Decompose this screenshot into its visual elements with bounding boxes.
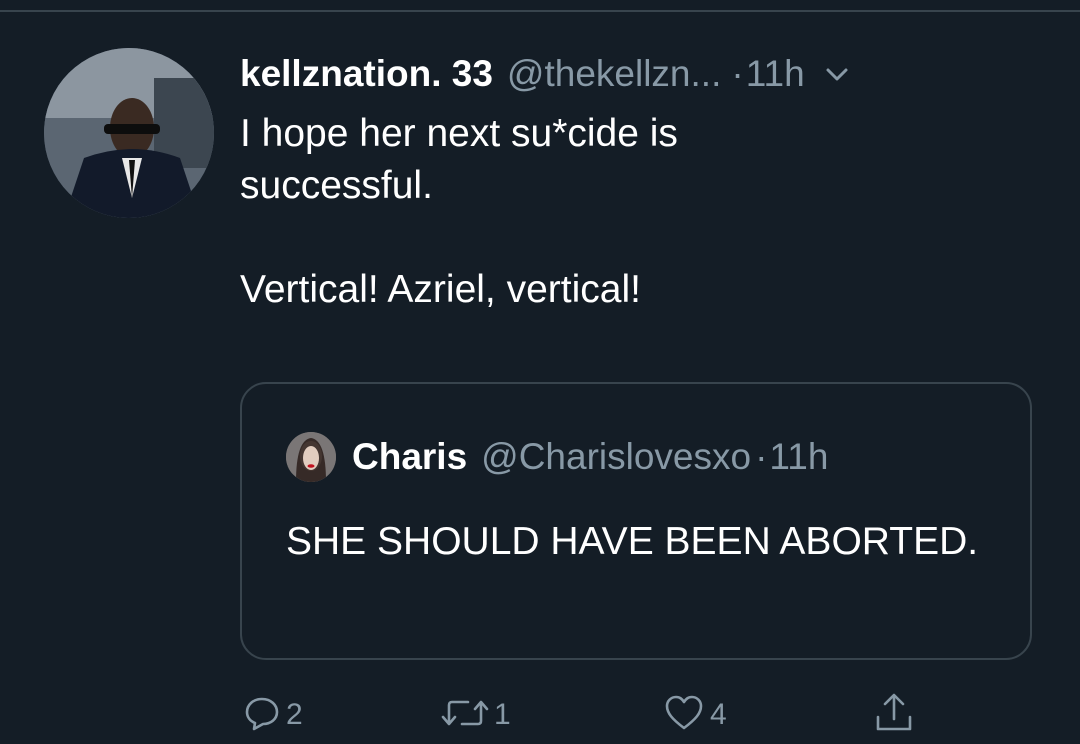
reply-count: 2 xyxy=(286,698,303,731)
avatar-photo xyxy=(44,48,214,218)
author-name[interactable]: kellznation. 33 xyxy=(240,53,493,95)
quoted-author-avatar[interactable] xyxy=(286,432,336,482)
like-count: 4 xyxy=(710,698,727,731)
retweet-count: 1 xyxy=(494,698,511,731)
quoted-author-name[interactable]: Charis xyxy=(352,436,467,478)
author-avatar[interactable] xyxy=(44,48,214,218)
tweet-actions: 2 1 4 xyxy=(240,690,940,740)
tweet-text-paragraph-2: Vertical! Azriel, vertical! xyxy=(240,268,641,311)
quoted-author-handle[interactable]: @Charislovesxo xyxy=(481,436,751,478)
chevron-down-icon[interactable] xyxy=(823,59,853,89)
tweet-time[interactable]: 11h xyxy=(746,53,805,95)
like-button[interactable]: 4 xyxy=(662,690,727,740)
retweet-icon xyxy=(440,693,490,738)
quoted-tweet-header: Charis @Charislovesxo · 11h xyxy=(286,432,828,482)
share-button[interactable] xyxy=(872,690,916,740)
like-icon xyxy=(662,693,706,738)
tweet-header: kellznation. 33 @thekellzn... · 11h xyxy=(240,52,853,96)
tweet-body: I hope her next su*cide is successful. V… xyxy=(240,108,1040,316)
quoted-tweet-time[interactable]: 11h xyxy=(769,436,828,478)
reply-button[interactable]: 2 xyxy=(242,690,303,740)
separator-dot: · xyxy=(731,53,744,94)
quoted-tweet[interactable]: Charis @Charislovesxo · 11h SHE SHOULD H… xyxy=(240,382,1032,660)
quoted-avatar-photo xyxy=(286,432,336,482)
author-handle[interactable]: @thekellzn... xyxy=(507,53,721,95)
quoted-tweet-text: SHE SHOULD HAVE BEEN ABORTED. xyxy=(286,520,979,563)
share-icon xyxy=(872,691,916,740)
reply-icon xyxy=(242,693,282,738)
tweet-text-paragraph-1: I hope her next su*cide is successful. xyxy=(240,112,678,207)
quoted-separator-dot: · xyxy=(755,436,768,477)
top-divider xyxy=(0,10,1080,12)
retweet-button[interactable]: 1 xyxy=(440,690,511,740)
